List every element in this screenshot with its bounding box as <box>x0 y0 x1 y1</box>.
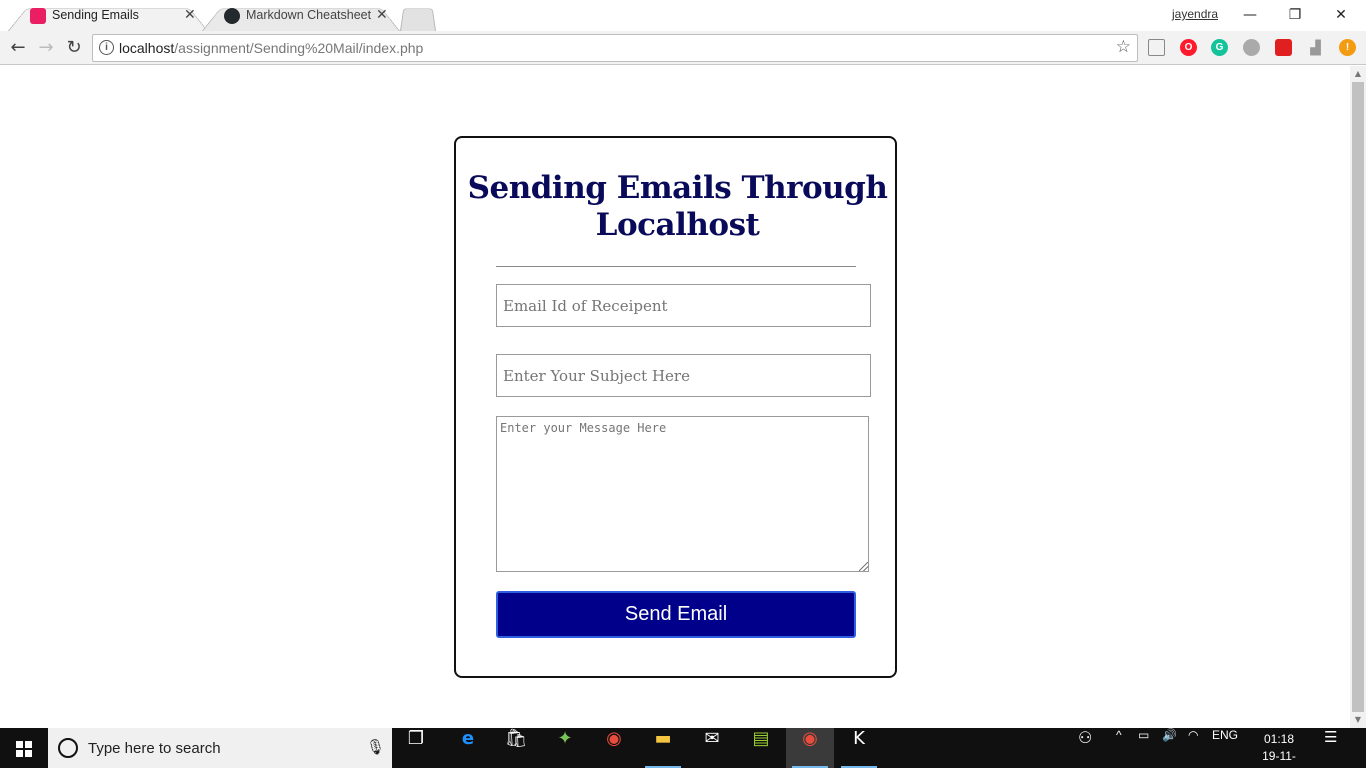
tab-close-icon[interactable]: ✕ <box>184 7 196 23</box>
new-tab-button[interactable] <box>400 2 436 31</box>
page-title: Sending Emails Through Localhost <box>467 170 888 243</box>
info-icon[interactable]: i <box>99 40 114 55</box>
people-icon[interactable]: ⚇ <box>1078 728 1092 768</box>
language-indicator[interactable]: ENG <box>1212 728 1238 768</box>
volume-icon[interactable]: 🔊 <box>1162 728 1177 768</box>
profile-name[interactable]: jayendra <box>1172 7 1218 21</box>
url-path: /assignment/Sending%20Mail/index.php <box>174 40 424 56</box>
tab-markdown-cheatsheet[interactable]: Markdown Cheatsheet · a ✕ <box>202 2 400 31</box>
windows-taskbar: Type here to search 🎙 ❐ e 🛍 ✦ ◉ ▬ ✉ ▤ ◉ … <box>0 728 1366 780</box>
android-studio-icon[interactable]: ✦ <box>541 728 589 768</box>
file-explorer-icon[interactable]: ▬ <box>639 728 687 768</box>
notepad-plus-icon[interactable]: ▤ <box>737 728 785 768</box>
scrollbar-thumb[interactable] <box>1352 82 1364 712</box>
email-form-card: Sending Emails Through Localhost Send Em… <box>454 136 897 678</box>
url-text[interactable]: localhost/assignment/Sending%20Mail/inde… <box>119 40 423 56</box>
divider <box>496 266 856 267</box>
restore-button[interactable]: ❐ <box>1272 2 1318 28</box>
tab-close-icon[interactable]: ✕ <box>376 7 388 23</box>
chrome-icon[interactable]: ◉ <box>590 728 638 768</box>
page-viewport: Sending Emails Through Localhost Send Em… <box>0 66 1350 728</box>
resize-handle-icon[interactable] <box>859 562 868 571</box>
subject-input[interactable] <box>496 354 871 397</box>
start-button[interactable] <box>0 728 48 768</box>
globe-icon[interactable] <box>1243 39 1260 56</box>
store-icon[interactable]: 🛍 <box>492 728 540 768</box>
message-textarea[interactable] <box>496 416 869 572</box>
tab-strip: Sending Emails ✕ Markdown Cheatsheet · a… <box>0 0 1366 31</box>
close-window-button[interactable]: ✕ <box>1318 2 1364 28</box>
bookmark-star-icon[interactable]: ☆ <box>1116 37 1131 57</box>
komodo-icon[interactable]: K <box>835 728 883 768</box>
translate-icon[interactable] <box>1148 39 1165 56</box>
taskbar-clock[interactable]: 01:18 19-11-2017 <box>1250 731 1308 782</box>
site-favicon-icon <box>30 8 46 24</box>
taskbar-search[interactable]: Type here to search 🎙 <box>48 728 392 768</box>
address-bar[interactable]: i localhost/assignment/Sending%20Mail/in… <box>92 34 1138 62</box>
tab-title: Sending Emails <box>52 8 139 22</box>
action-center-icon[interactable]: ☰ <box>1324 728 1337 768</box>
pdf-icon[interactable] <box>1275 39 1292 56</box>
chrome-active-icon[interactable]: ◉ <box>786 728 834 768</box>
microphone-icon[interactable]: 🎙 <box>366 738 385 756</box>
url-host: localhost <box>119 40 175 56</box>
send-email-button[interactable]: Send Email <box>496 591 856 638</box>
clock-date: 19-11-2017 <box>1262 749 1296 780</box>
show-hidden-icons[interactable]: ^ <box>1116 728 1122 768</box>
browser-toolbar: ← → ↻ i localhost/assignment/Sending%20M… <box>0 31 1366 65</box>
scroll-up-icon[interactable]: ▲ <box>1350 66 1366 82</box>
back-arrow-icon[interactable]: ← <box>6 36 30 60</box>
clock-time: 01:18 <box>1263 732 1295 746</box>
forward-arrow-icon[interactable]: → <box>34 36 58 60</box>
cortana-icon <box>58 738 78 758</box>
battery-icon[interactable]: ▭ <box>1138 728 1149 768</box>
reload-icon[interactable]: ↻ <box>62 36 86 60</box>
mail-icon[interactable]: ✉ <box>688 728 736 768</box>
recipient-email-input[interactable] <box>496 284 871 327</box>
warning-icon[interactable]: ! <box>1339 39 1356 56</box>
scroll-down-icon[interactable]: ▼ <box>1350 712 1366 728</box>
tab-title: Markdown Cheatsheet · a <box>246 8 374 22</box>
search-placeholder: Type here to search <box>88 740 221 757</box>
minimize-button[interactable]: — <box>1227 2 1273 28</box>
grammarly-icon[interactable]: G <box>1211 39 1228 56</box>
github-icon <box>224 8 240 24</box>
opera-icon[interactable]: O <box>1180 39 1197 56</box>
page-scrollbar[interactable]: ▲ ▼ <box>1350 66 1366 728</box>
edge-icon[interactable]: e <box>444 728 492 768</box>
wifi-icon[interactable]: ◠ <box>1188 728 1198 768</box>
task-view-icon[interactable]: ❐ <box>392 728 440 768</box>
analytics-icon[interactable]: ▟ <box>1307 39 1324 56</box>
tab-sending-emails[interactable]: Sending Emails ✕ <box>8 2 208 31</box>
windows-logo-icon <box>16 741 32 757</box>
